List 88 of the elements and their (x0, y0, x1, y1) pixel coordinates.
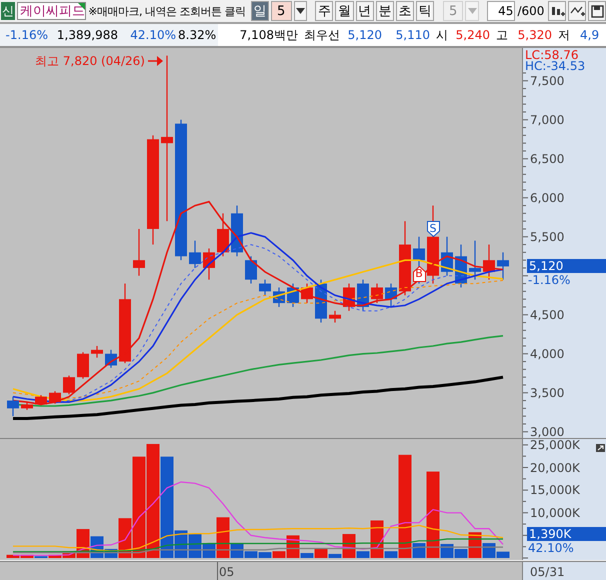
quote-value: 4,9 (579, 27, 600, 44)
candlestick (371, 284, 383, 304)
axis-label: 4,000 (530, 346, 564, 361)
expand-icon[interactable] (596, 444, 605, 452)
date-label: 05 (219, 565, 234, 579)
candlestick (497, 252, 509, 280)
candlestick (35, 395, 47, 406)
volume-ratio-text: 42.10% (528, 541, 574, 555)
candlestick (301, 284, 313, 304)
candlestick (91, 346, 103, 358)
quote-value: 5,240 (454, 27, 491, 44)
candlestick (7, 396, 19, 416)
axis-label: 25,000K (530, 438, 580, 452)
candlestick (189, 240, 201, 268)
current-volume-tag: 1,390K (527, 527, 606, 541)
current-price-tag: 5,120 (527, 259, 606, 274)
period-tab[interactable]: 분 (376, 1, 394, 21)
arrow-icon (148, 56, 163, 66)
candlestick (483, 244, 495, 280)
axis-label: 6,500 (530, 152, 564, 166)
candlestick (77, 352, 89, 379)
axis-label: 20,000K (530, 460, 580, 474)
quote-label: 저 (557, 27, 571, 44)
candlestick (259, 280, 271, 296)
quote-label: 시 (435, 27, 448, 44)
candlestick (343, 284, 355, 311)
period-tab[interactable]: 일 (250, 1, 269, 21)
period-tab[interactable]: 초 (396, 1, 414, 21)
quote-value: 5,110 (394, 27, 431, 44)
candlestick (203, 248, 215, 280)
axis-label: 5,500 (530, 230, 564, 244)
candlestick (21, 402, 33, 410)
line-chart-add-icon (570, 4, 585, 18)
axis-label: 4,500 (530, 308, 564, 322)
quote-value: -1.16% (0, 24, 50, 46)
axis-label: 3,000 (530, 424, 564, 439)
lc-value: LC:58.76 (525, 48, 578, 62)
chart-add-button[interactable] (548, 1, 566, 21)
axis-label: 15,000K (530, 483, 580, 498)
axis-label: 10,000K (530, 506, 580, 520)
market-badge: 신 (1, 2, 15, 20)
quote-value: 7,108백만 (238, 27, 299, 44)
quote-value: 1,389,988 (50, 24, 120, 46)
hc-value: HC:-34.53 (525, 59, 586, 73)
line-chart-add-button[interactable] (568, 1, 586, 21)
candlestick (273, 287, 285, 307)
bar-max-text: /600 (517, 4, 544, 18)
save-button[interactable] (588, 1, 606, 21)
axis-label: 6,000 (530, 190, 564, 205)
quote-value: 42.10% (120, 24, 178, 46)
period-tab[interactable]: 틱 (416, 1, 434, 21)
chart-add-icon (550, 4, 565, 18)
candlestick (105, 350, 117, 368)
axis-label: 7,500 (530, 74, 564, 88)
candlestick (49, 391, 61, 404)
candlestick (287, 284, 299, 307)
candlestick (217, 213, 229, 256)
caret-icon (468, 8, 476, 14)
stock-name-field[interactable]: 케이씨피드 (16, 2, 86, 20)
change-rate-text: -1.16% (528, 273, 570, 288)
candlestick (385, 284, 397, 307)
notice-text: ※매매마크, 내역은 조회버튼 클릭 (88, 4, 246, 18)
candlestick (245, 256, 257, 284)
period-tab[interactable]: 월 (335, 1, 354, 21)
candlestick (455, 244, 467, 288)
candlestick (329, 310, 341, 323)
count-field[interactable]: 5 (270, 1, 292, 21)
candlestick (63, 376, 75, 394)
quote-value: 5,320 (516, 27, 553, 44)
quote-value: 5,120 (346, 27, 383, 44)
quote-value: 8.32% (178, 24, 218, 46)
candlestick (469, 240, 481, 280)
candlestick (441, 236, 453, 276)
period-tab[interactable]: 주 (315, 1, 334, 21)
caret-icon (296, 8, 305, 14)
candlestick (413, 236, 425, 284)
high-price-note: 최고 7,820 (04/26) (35, 54, 145, 68)
candlestick (133, 228, 145, 276)
candlestick (357, 280, 369, 311)
axis-label: 3,500 (530, 386, 564, 400)
quote-label: 고 (495, 27, 509, 44)
bar-count-field[interactable]: 45 (487, 1, 516, 21)
dropdown-button[interactable] (294, 1, 307, 21)
save-icon (590, 4, 605, 18)
axis-label: 7,000 (530, 112, 564, 127)
quote-label: 최우선 (303, 27, 338, 44)
period-tab[interactable]: 년 (356, 1, 374, 21)
end-date-label: 05/31 (530, 565, 565, 579)
